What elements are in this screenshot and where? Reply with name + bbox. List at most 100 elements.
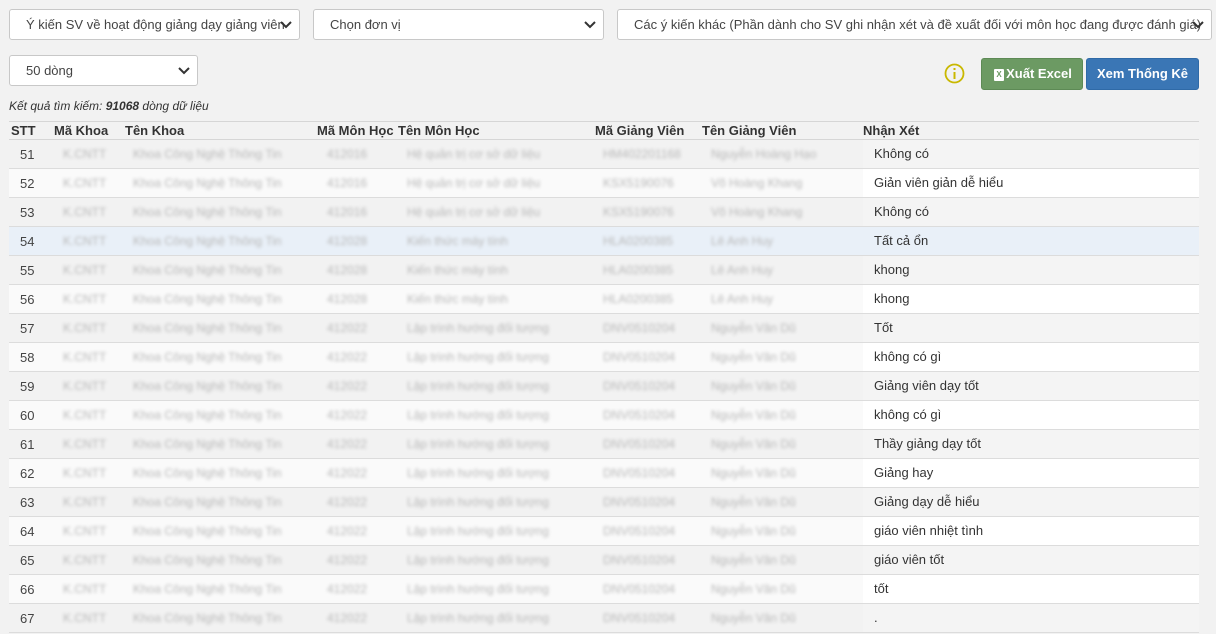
header-ma-khoa: Mã Khoa: [54, 123, 109, 138]
table-body: 51 K.CNTT Khoa Công Nghệ Thông Tin 412016 Hệ…: [9, 140, 1199, 633]
cell-ten-mon-hoc: Lập trình hướng đối tượng: [407, 321, 549, 335]
cell-ma-mon-hoc: 412028: [327, 263, 368, 277]
cell-ten-khoa: Khoa Công Nghệ Thông Tin: [133, 408, 282, 422]
cell-stt: 56: [20, 292, 35, 307]
cell-stt: 59: [20, 379, 35, 394]
cell-ten-khoa: Khoa Công Nghệ Thông Tin: [133, 437, 282, 451]
info-circle-icon[interactable]: [944, 63, 965, 84]
cell-ma-mon-hoc: 412028: [327, 234, 368, 248]
table-row[interactable]: 67 K.CNTT Khoa Công Nghệ Thông Tin 412022 Lậ…: [9, 604, 1199, 633]
table-row[interactable]: 58 K.CNTT Khoa Công Nghệ Thông Tin 412022 Lậ…: [9, 343, 1199, 372]
cell-ten-mon-hoc: Kiến thức máy tính: [407, 234, 508, 248]
cell-ma-mon-hoc: 412022: [327, 553, 368, 567]
cell-ten-khoa: Khoa Công Nghệ Thông Tin: [133, 205, 282, 219]
table-row[interactable]: 65 K.CNTT Khoa Công Nghệ Thông Tin 412022 Lậ…: [9, 546, 1199, 575]
cell-ten-giang-vien: Nguyễn Văn Dũ: [711, 582, 796, 596]
unit-select[interactable]: Chọn đơn vị: [313, 9, 604, 40]
result-summary: Kết quả tìm kiếm: 91068 dòng dữ liệu: [9, 99, 209, 113]
cell-ten-giang-vien: Lê Anh Huy: [711, 292, 774, 306]
cell-nhan-xet: Giản viên giản dễ hiểu: [863, 169, 1199, 197]
table-row[interactable]: 54 K.CNTT Khoa Công Nghệ Thông Tin 412028 Ki…: [9, 227, 1199, 256]
cell-ma-mon-hoc: 412022: [327, 495, 368, 509]
cell-ten-mon-hoc: Kiến thức máy tính: [407, 292, 508, 306]
unit-select-value: Chọn đơn vị: [330, 17, 401, 32]
cell-stt: 54: [20, 234, 35, 249]
cell-nhan-xet: .: [863, 604, 1199, 632]
cell-ma-giang-vien: KSX5190076: [603, 205, 674, 219]
table-row[interactable]: 52 K.CNTT Khoa Công Nghệ Thông Tin 412016 Hệ…: [9, 169, 1199, 198]
cell-ten-khoa: Khoa Công Nghệ Thông Tin: [133, 466, 282, 480]
cell-ten-khoa: Khoa Công Nghệ Thông Tin: [133, 292, 282, 306]
cell-ten-giang-vien: Nguyễn Văn Dũ: [711, 553, 796, 567]
cell-ma-giang-vien: HLA0200385: [603, 292, 674, 306]
view-statistics-label: Xem Thống Kê: [1096, 66, 1188, 81]
header-ma-giang-vien: Mã Giảng Viên: [595, 123, 685, 138]
cell-nhan-xet: không có gì: [863, 343, 1199, 371]
survey-select[interactable]: Ý kiến SV về hoạt động giảng dạy giảng v…: [9, 9, 300, 40]
cell-stt: 64: [20, 524, 35, 539]
table-row[interactable]: 56 K.CNTT Khoa Công Nghệ Thông Tin 412028 Ki…: [9, 285, 1199, 314]
cell-ma-khoa: K.CNTT: [63, 379, 107, 393]
cell-nhan-xet: không có gì: [863, 401, 1199, 429]
cell-ten-mon-hoc: Lập trình hướng đối tượng: [407, 495, 549, 509]
cell-nhan-xet: giáo viên tốt: [863, 546, 1199, 574]
cell-ten-giang-vien: Nguyễn Văn Dũ: [711, 408, 796, 422]
table-row[interactable]: 57 K.CNTT Khoa Công Nghệ Thông Tin 412022 Lậ…: [9, 314, 1199, 343]
cell-ma-mon-hoc: 412016: [327, 205, 368, 219]
table-row[interactable]: 63 K.CNTT Khoa Công Nghệ Thông Tin 412022 Lậ…: [9, 488, 1199, 517]
cell-ma-khoa: K.CNTT: [63, 292, 107, 306]
cell-ma-giang-vien: DNV0510204: [603, 611, 676, 625]
cell-ten-khoa: Khoa Công Nghệ Thông Tin: [133, 147, 282, 161]
cell-ten-khoa: Khoa Công Nghệ Thông Tin: [133, 321, 282, 335]
export-excel-label: Xuất Excel: [1006, 66, 1072, 81]
cell-ma-mon-hoc: 412022: [327, 611, 368, 625]
cell-ten-giang-vien: Nguyễn Văn Dũ: [711, 437, 796, 451]
header-ten-giang-vien: Tên Giảng Viên: [702, 123, 797, 138]
cell-ma-khoa: K.CNTT: [63, 437, 107, 451]
page-size-select[interactable]: 50 dòng: [9, 55, 198, 86]
cell-ten-mon-hoc: Lập trình hướng đối tượng: [407, 437, 549, 451]
cell-ma-giang-vien: DNV0510204: [603, 321, 676, 335]
header-ten-khoa: Tên Khoa: [125, 123, 185, 138]
cell-ten-giang-vien: Nguyễn Hoàng Hạo: [711, 147, 817, 161]
cell-ten-khoa: Khoa Công Nghệ Thông Tin: [133, 553, 282, 567]
cell-ma-khoa: K.CNTT: [63, 147, 107, 161]
cell-ten-mon-hoc: Lập trình hướng đối tượng: [407, 524, 549, 538]
cell-stt: 58: [20, 350, 35, 365]
table-row[interactable]: 60 K.CNTT Khoa Công Nghệ Thông Tin 412022 Lậ…: [9, 401, 1199, 430]
cell-ma-mon-hoc: 412022: [327, 524, 368, 538]
cell-ma-khoa: K.CNTT: [63, 495, 107, 509]
view-statistics-button[interactable]: Xem Thống Kê: [1086, 58, 1199, 90]
cell-ten-giang-vien: Lê Anh Huy: [711, 263, 774, 277]
cell-ten-khoa: Khoa Công Nghệ Thông Tin: [133, 582, 282, 596]
question-select[interactable]: Các ý kiến khác (Phần dành cho SV ghi nh…: [617, 9, 1212, 40]
cell-ten-khoa: Khoa Công Nghệ Thông Tin: [133, 524, 282, 538]
cell-ten-mon-hoc: Lập trình hướng đối tượng: [407, 379, 549, 393]
cell-ma-khoa: K.CNTT: [63, 408, 107, 422]
cell-ten-mon-hoc: Hệ quản trị cơ sở dữ liệu: [407, 176, 541, 190]
table-row[interactable]: 51 K.CNTT Khoa Công Nghệ Thông Tin 412016 Hệ…: [9, 140, 1199, 169]
cell-nhan-xet: giáo viên nhiệt tình: [863, 517, 1199, 545]
chevron-down-icon: [178, 67, 190, 75]
chevron-down-icon: [280, 21, 292, 29]
table-row[interactable]: 55 K.CNTT Khoa Công Nghệ Thông Tin 412028 Ki…: [9, 256, 1199, 285]
table-row[interactable]: 62 K.CNTT Khoa Công Nghệ Thông Tin 412022 Lậ…: [9, 459, 1199, 488]
excel-file-icon: X: [994, 69, 1004, 81]
table-row[interactable]: 64 K.CNTT Khoa Công Nghệ Thông Tin 412022 Lậ…: [9, 517, 1199, 546]
cell-ma-giang-vien: DNV0510204: [603, 553, 676, 567]
table-row[interactable]: 66 K.CNTT Khoa Công Nghệ Thông Tin 412022 Lậ…: [9, 575, 1199, 604]
cell-nhan-xet: Không có: [863, 198, 1199, 226]
cell-ma-giang-vien: DNV0510204: [603, 408, 676, 422]
cell-ten-mon-hoc: Lập trình hướng đối tượng: [407, 350, 549, 364]
cell-nhan-xet: Giảng dạy dễ hiểu: [863, 488, 1199, 516]
cell-ma-khoa: K.CNTT: [63, 321, 107, 335]
cell-ma-khoa: K.CNTT: [63, 350, 107, 364]
cell-ma-giang-vien: DNV0510204: [603, 379, 676, 393]
cell-ten-giang-vien: Nguyễn Văn Dũ: [711, 524, 796, 538]
table-row[interactable]: 61 K.CNTT Khoa Công Nghệ Thông Tin 412022 Lậ…: [9, 430, 1199, 459]
table-row[interactable]: 53 K.CNTT Khoa Công Nghệ Thông Tin 412016 Hệ…: [9, 198, 1199, 227]
table-row[interactable]: 59 K.CNTT Khoa Công Nghệ Thông Tin 412022 Lậ…: [9, 372, 1199, 401]
cell-ma-giang-vien: KSX5190076: [603, 176, 674, 190]
export-excel-button[interactable]: X Xuất Excel: [981, 58, 1083, 90]
cell-ma-mon-hoc: 412016: [327, 147, 368, 161]
